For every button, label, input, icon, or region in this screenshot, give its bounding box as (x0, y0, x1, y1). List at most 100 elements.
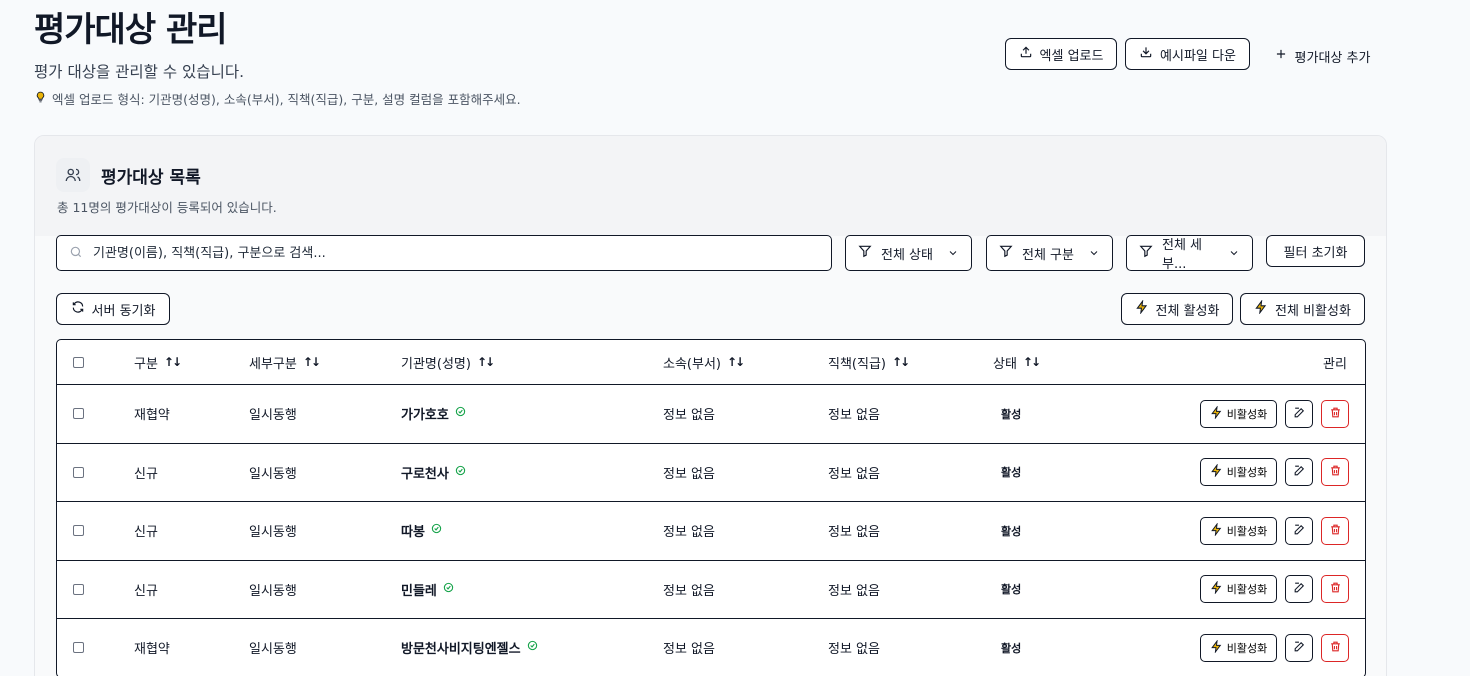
table-row: 재협약 일시동행 가가호호 정보 없음 정보 없음 활성 비활성화 (57, 384, 1365, 443)
trash-icon (1329, 523, 1342, 539)
cell-name: 구로천사 (401, 463, 466, 482)
subcategory-filter-select[interactable]: 전체 세부... (1126, 235, 1253, 272)
category-filter-select[interactable]: 전체 구분 (986, 235, 1113, 271)
cell-subcategory: 일시동행 (249, 583, 297, 599)
cell-subcategory: 일시동행 (249, 525, 297, 541)
deactivate-button[interactable]: 비활성화 (1200, 516, 1277, 545)
search-box[interactable] (56, 235, 832, 271)
lightning-icon (1135, 299, 1149, 318)
lightning-icon (1210, 639, 1223, 656)
column-header-status[interactable]: 상태 ↑↓ (993, 353, 1041, 372)
sample-download-button[interactable]: 예시파일 다운 (1125, 38, 1250, 70)
trash-icon (1329, 581, 1342, 597)
table-body: 재협약 일시동행 가가호호 정보 없음 정보 없음 활성 비활성화 신규 일시동… (57, 384, 1365, 676)
deactivate-button[interactable]: 비활성화 (1200, 633, 1277, 662)
cell-name: 방문천사비지팅엔젤스 (401, 638, 538, 657)
cell-department: 정보 없음 (663, 466, 715, 482)
lightning-icon (1210, 522, 1223, 539)
add-target-button[interactable]: 평가대상 추가 (1262, 40, 1382, 72)
trash-icon (1329, 640, 1342, 656)
cell-category: 신규 (134, 525, 158, 541)
edit-button[interactable] (1285, 458, 1313, 487)
sort-icon: ↑↓ (1022, 355, 1041, 369)
deactivate-button[interactable]: 비활성화 (1200, 575, 1277, 604)
activate-all-button[interactable]: 전체 활성화 (1121, 293, 1233, 325)
cell-department: 정보 없음 (663, 642, 715, 658)
column-header-position[interactable]: 직책(직급) ↑↓ (828, 353, 910, 372)
download-icon (1139, 45, 1153, 63)
sort-icon: ↑↓ (891, 355, 910, 369)
cell-category: 재협약 (134, 642, 170, 658)
edit-button[interactable] (1285, 575, 1313, 604)
cell-category: 재협약 (134, 408, 170, 424)
cell-name: 따봉 (401, 521, 442, 540)
column-header-subcategory[interactable]: 세부구분 ↑↓ (249, 353, 321, 372)
cell-name: 가가호호 (401, 404, 466, 423)
row-checkbox[interactable] (73, 583, 84, 595)
refresh-icon (71, 300, 85, 318)
edit-icon (1293, 406, 1306, 422)
upload-icon (1019, 45, 1033, 63)
status-badge: 활성 (1001, 407, 1022, 421)
table-header: 구분 ↑↓ 세부구분 ↑↓ 기관명(성명) ↑↓ 소속(부서) ↑↓ 직책(직급) ↑↓ … (57, 340, 1365, 384)
cell-position: 정보 없음 (828, 642, 880, 658)
check-circle-icon (455, 406, 466, 421)
search-input[interactable] (93, 245, 793, 261)
cell-department: 정보 없음 (663, 525, 715, 541)
row-checkbox[interactable] (73, 642, 84, 654)
filter-icon (999, 244, 1013, 262)
upload-hint-text: 엑셀 업로드 형식: 기관명(성명), 소속(부서), 직책(직급), 구분, … (52, 92, 521, 107)
cell-position: 정보 없음 (828, 583, 880, 599)
reset-filters-button[interactable]: 필터 초기화 (1266, 235, 1365, 267)
row-checkbox[interactable] (73, 408, 84, 420)
column-header-name[interactable]: 기관명(성명) ↑↓ (401, 353, 495, 372)
target-name: 민들레 (401, 583, 437, 599)
edit-button[interactable] (1285, 399, 1313, 428)
edit-icon (1293, 581, 1306, 597)
delete-button[interactable] (1321, 575, 1349, 604)
cell-category: 신규 (134, 583, 158, 599)
row-checkbox[interactable] (73, 525, 84, 537)
sort-icon: ↑↓ (302, 355, 321, 369)
deactivate-button[interactable]: 비활성화 (1200, 399, 1277, 428)
deactivate-button[interactable]: 비활성화 (1200, 458, 1277, 487)
excel-upload-button[interactable]: 엑셀 업로드 (1005, 38, 1117, 70)
server-sync-button[interactable]: 서버 동기화 (56, 293, 170, 325)
target-name: 가가호호 (401, 408, 449, 424)
check-circle-icon (527, 640, 538, 655)
cell-subcategory: 일시동행 (249, 466, 297, 482)
sort-icon: ↑↓ (163, 355, 182, 369)
cell-department: 정보 없음 (663, 408, 715, 424)
search-icon (69, 244, 83, 263)
delete-button[interactable] (1321, 633, 1349, 662)
trash-icon (1329, 406, 1342, 422)
column-header-department[interactable]: 소속(부서) ↑↓ (663, 353, 745, 372)
page-subtitle: 평가 대상을 관리할 수 있습니다. (34, 63, 245, 81)
target-list-card: 평가대상 목록 총 11명의 평가대상이 등록되어 있습니다. 전체 상태 전체… (34, 135, 1387, 676)
edit-button[interactable] (1285, 633, 1313, 662)
delete-button[interactable] (1321, 399, 1349, 428)
status-filter-select[interactable]: 전체 상태 (845, 235, 972, 271)
row-checkbox[interactable] (73, 466, 84, 478)
edit-button[interactable] (1285, 516, 1313, 545)
filter-icon (858, 244, 872, 262)
delete-button[interactable] (1321, 516, 1349, 545)
plus-icon (1274, 47, 1288, 65)
cell-name: 민들레 (401, 580, 454, 599)
table-row: 신규 일시동행 민들레 정보 없음 정보 없음 활성 비활성화 (57, 559, 1365, 619)
delete-button[interactable] (1321, 458, 1349, 487)
check-circle-icon (431, 523, 442, 538)
cell-position: 정보 없음 (828, 408, 880, 424)
deactivate-all-button[interactable]: 전체 비활성화 (1240, 293, 1365, 325)
status-badge: 활성 (1001, 466, 1022, 480)
check-circle-icon (455, 465, 466, 480)
sort-icon: ↑↓ (726, 355, 745, 369)
column-header-category[interactable]: 구분 ↑↓ (134, 353, 182, 372)
sort-icon: ↑↓ (476, 355, 495, 369)
cell-subcategory: 일시동행 (249, 642, 297, 658)
card-header (35, 136, 1386, 236)
cell-position: 정보 없음 (828, 466, 880, 482)
chevron-down-icon (947, 247, 959, 259)
select-all-checkbox[interactable] (73, 356, 84, 368)
page-title: 평가대상 관리 (34, 10, 228, 50)
